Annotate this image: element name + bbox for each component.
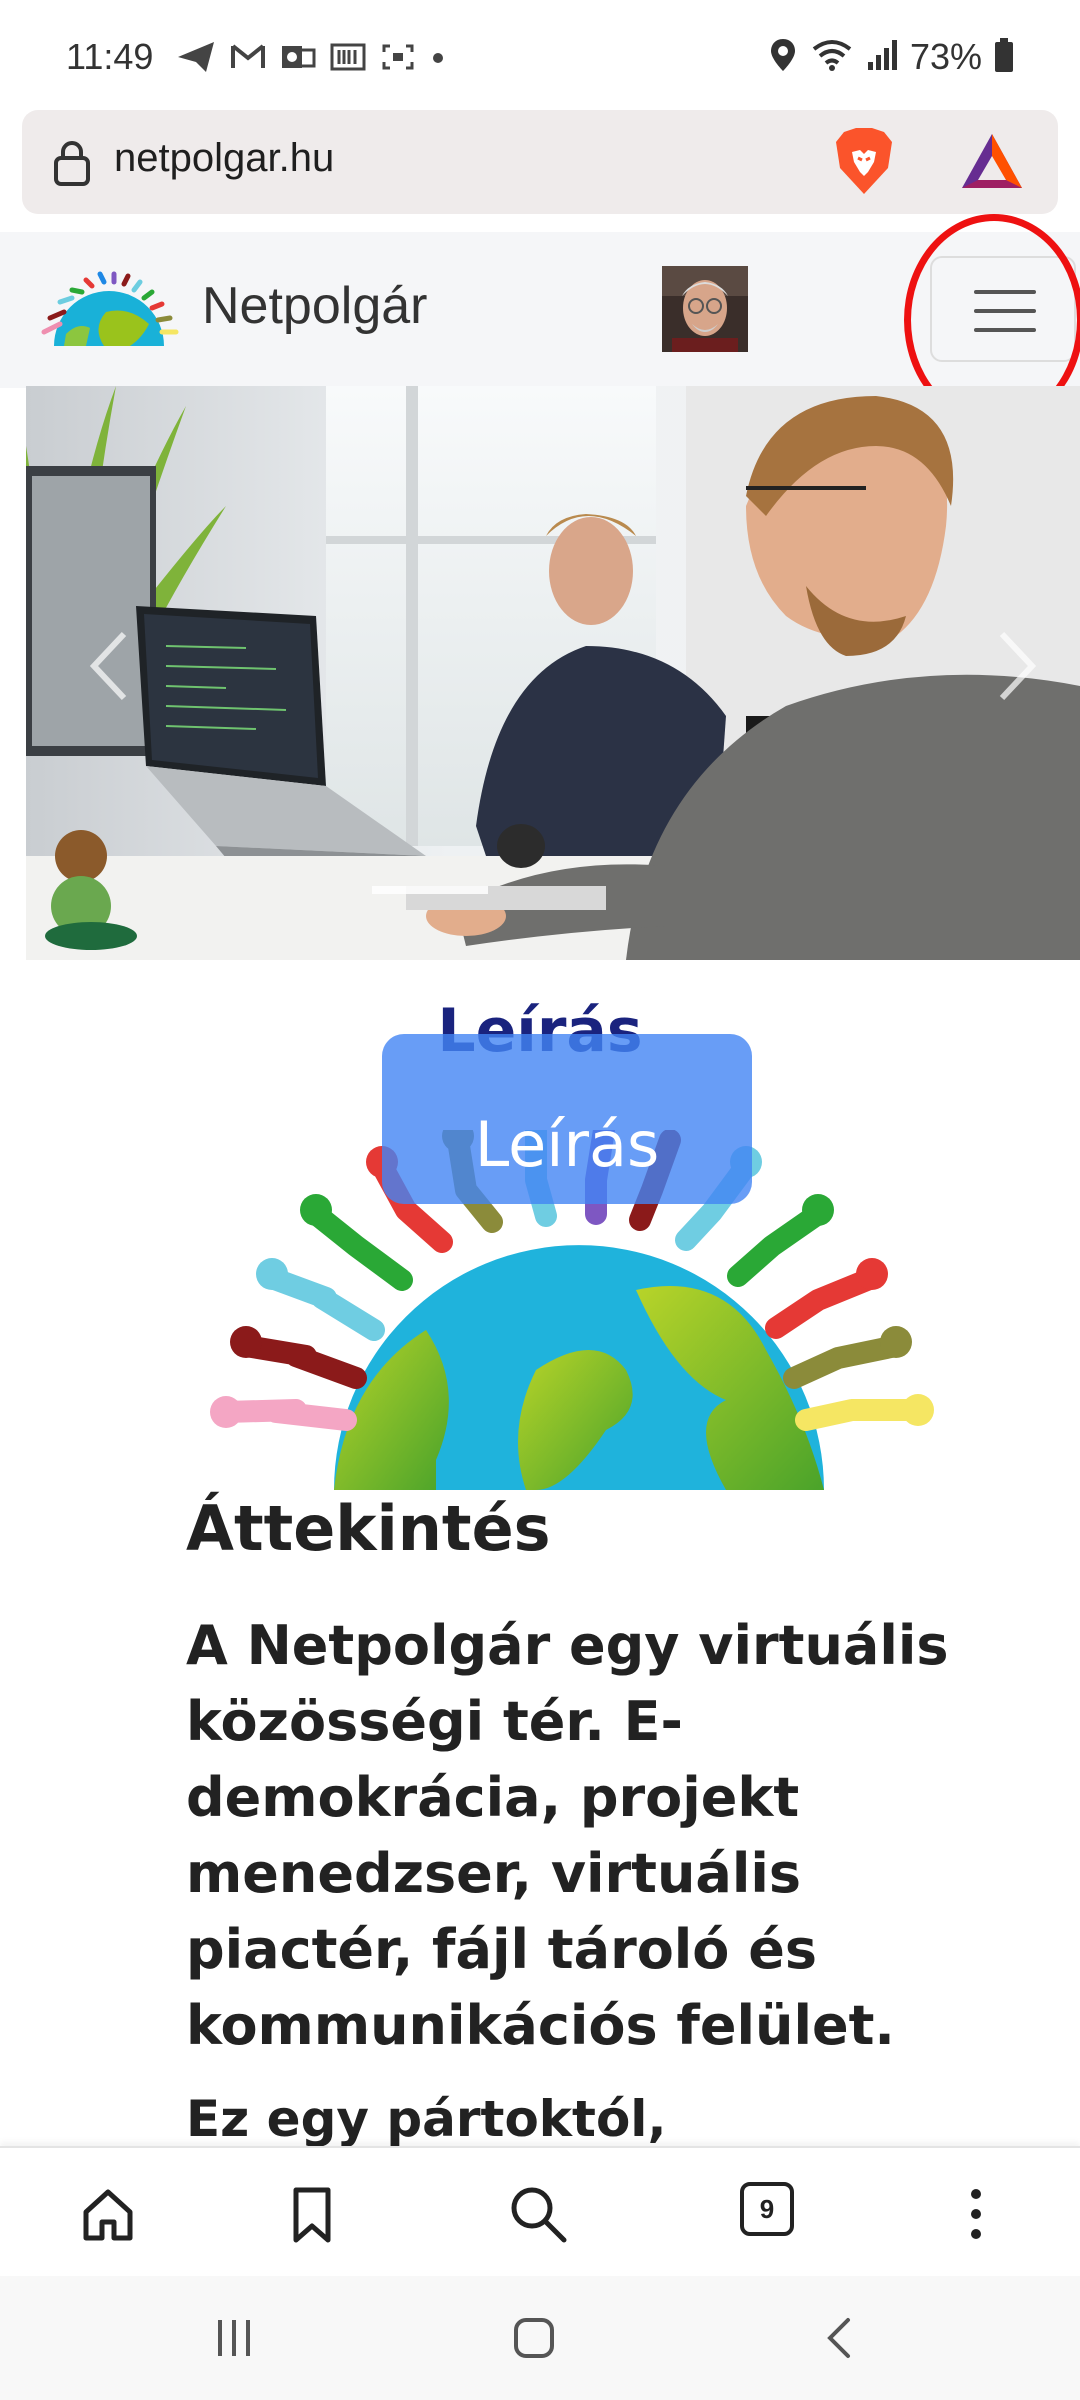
home-icon[interactable] <box>76 2182 140 2246</box>
system-navigation-bar <box>0 2276 1080 2400</box>
tabs-count: 9 <box>740 2182 794 2236</box>
battery-percent: 73% <box>909 36 982 77</box>
site-navbar: Netpolgár <box>0 232 1080 388</box>
gmail-icon <box>230 42 266 76</box>
carousel-next-icon[interactable] <box>986 626 1046 706</box>
hamburger-icon <box>974 290 1036 294</box>
dot-icon <box>430 42 446 76</box>
bookmark-icon[interactable] <box>280 2182 344 2246</box>
send-icon <box>176 40 216 78</box>
brave-shields-icon[interactable] <box>834 128 894 200</box>
notification-icons <box>176 40 446 78</box>
recent-apps-icon[interactable] <box>210 2314 258 2366</box>
carousel-indicator[interactable] <box>372 886 488 894</box>
hero-carousel[interactable] <box>26 386 1080 960</box>
tabs-button[interactable]: 9 <box>740 2182 804 2246</box>
screenshot-icon <box>380 42 416 76</box>
status-right: 73% <box>768 36 1014 78</box>
description-button[interactable]: Leírás <box>382 1034 752 1204</box>
location-icon <box>768 37 798 77</box>
search-icon[interactable] <box>506 2182 570 2246</box>
menu-toggle-button[interactable] <box>930 256 1076 362</box>
overview-heading: Áttekintés <box>186 1492 551 1565</box>
wifi-icon <box>810 37 854 77</box>
status-bar: 11:49 73% <box>0 0 1080 110</box>
more-options-icon[interactable] <box>944 2182 1008 2246</box>
second-paragraph: Ez egy pártoktól, <box>186 2090 667 2148</box>
status-time: 11:49 <box>66 36 154 77</box>
hero-image <box>26 386 1080 960</box>
carousel-prev-icon[interactable] <box>80 626 140 706</box>
back-nav-icon[interactable] <box>816 2314 864 2366</box>
home-nav-icon[interactable] <box>510 2314 558 2366</box>
signal-icon <box>866 38 898 76</box>
lead-paragraph: A Netpolgár egy virtuális közösségi tér.… <box>186 1614 949 2057</box>
bat-rewards-icon[interactable] <box>960 130 1024 198</box>
battery-icon <box>994 37 1014 77</box>
browser-bottom-toolbar: 9 <box>0 2146 1080 2276</box>
user-avatar[interactable] <box>662 266 748 352</box>
outlook-icon <box>280 42 316 76</box>
url-bar[interactable]: netpolgar.hu <box>22 110 1058 214</box>
lock-icon[interactable] <box>52 140 92 190</box>
brand-name[interactable]: Netpolgár <box>202 276 427 336</box>
brand-logo-icon[interactable] <box>34 262 184 350</box>
barcode-icon <box>330 42 366 76</box>
url-text[interactable]: netpolgar.hu <box>114 136 334 181</box>
